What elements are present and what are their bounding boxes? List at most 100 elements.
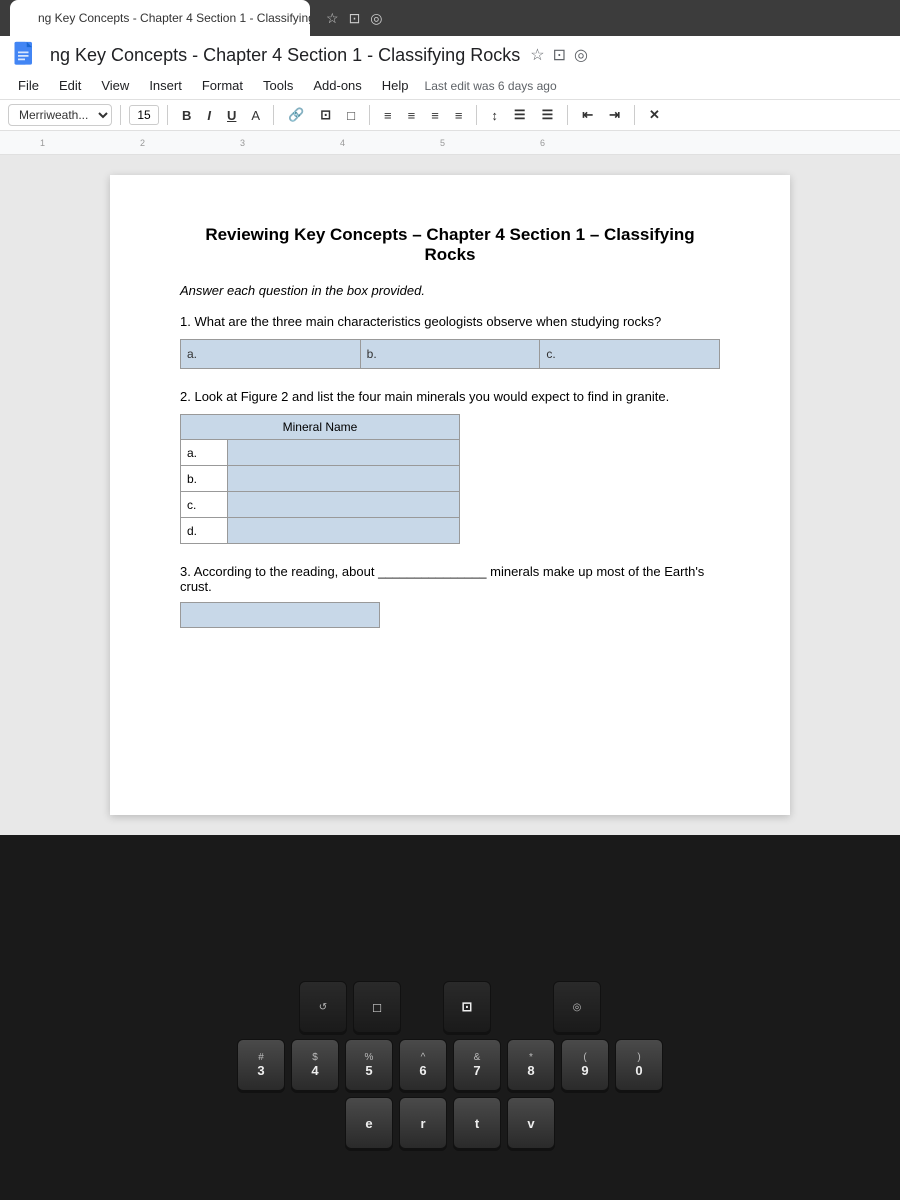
bookmark-icon[interactable]: ⊡ <box>349 10 361 27</box>
italic-button[interactable]: I <box>201 105 217 126</box>
browser-tab[interactable]: ng Key Concepts - Chapter 4 Section 1 - … <box>10 0 310 36</box>
key-0[interactable]: ) 0 <box>615 1039 663 1091</box>
mineral-label-d: d. <box>181 518 228 544</box>
key-4[interactable]: $ 4 <box>291 1039 339 1091</box>
line-spacing-button[interactable]: ↕ <box>485 105 504 126</box>
mineral-answer-b[interactable] <box>227 466 460 492</box>
answer-1c[interactable]: c. <box>540 340 719 368</box>
key-t[interactable]: t <box>453 1097 501 1149</box>
menu-tools[interactable]: Tools <box>255 74 301 97</box>
question-1-number: 1. <box>180 314 191 329</box>
key-9[interactable]: ( 9 <box>561 1039 609 1091</box>
ruler-mark-1: 1 <box>40 138 45 148</box>
keyboard-letter-row: e r t v <box>345 1097 555 1149</box>
question-3-blank: _______________ <box>378 564 490 579</box>
numbered-list-button[interactable]: ☰ <box>536 104 560 126</box>
docs-title-actions: ☆ ⊡ ◎ <box>530 45 588 65</box>
last-edit-text: Last edit was 6 days ago <box>425 79 557 93</box>
question-1-text: 1. What are the three main characteristi… <box>180 314 720 329</box>
align-left-button[interactable]: ≡ <box>378 105 398 126</box>
question-2-number: 2. <box>180 389 191 404</box>
menu-help[interactable]: Help <box>374 74 417 97</box>
question-3-number: 3. <box>180 564 191 579</box>
menu-insert[interactable]: Insert <box>141 74 190 97</box>
mineral-table: Mineral Name a. b. c. <box>180 414 460 544</box>
mineral-answer-a[interactable] <box>227 440 460 466</box>
document-instruction: Answer each question in the box provided… <box>180 283 720 298</box>
menu-file[interactable]: File <box>10 74 47 97</box>
link-button[interactable]: 🔗 <box>282 104 310 126</box>
tab-title: ng Key Concepts - Chapter 4 Section 1 - … <box>38 11 310 25</box>
star-icon[interactable]: ☆ <box>326 10 339 27</box>
mineral-row-a: a. <box>181 440 460 466</box>
docs-title-row: ng Key Concepts - Chapter 4 Section 1 - … <box>10 40 890 72</box>
separator-1 <box>120 105 121 125</box>
question-2-text: 2. Look at Figure 2 and list the four ma… <box>180 389 720 404</box>
list-button[interactable]: ☰ <box>508 104 532 126</box>
keyboard-nav-row: ↺ □ ⊡ ◎ <box>299 981 601 1033</box>
bold-button[interactable]: B <box>176 105 197 126</box>
menu-edit[interactable]: Edit <box>51 74 89 97</box>
key-double-rect[interactable]: ⊡ <box>443 981 491 1033</box>
star-doc-icon[interactable]: ☆ <box>530 45 544 65</box>
mineral-answer-d[interactable] <box>227 518 460 544</box>
underline-button[interactable]: U <box>221 105 242 126</box>
answer-1b[interactable]: b. <box>361 340 541 368</box>
key-r[interactable]: r <box>399 1097 447 1149</box>
key-refresh[interactable]: ↺ <box>299 981 347 1033</box>
font-family-select[interactable]: Merriweath... <box>8 104 112 126</box>
key-square[interactable]: □ <box>353 981 401 1033</box>
indent-decrease-button[interactable]: ⇤ <box>576 104 599 126</box>
align-right-button[interactable]: ≡ <box>425 105 445 126</box>
question-2-body: Look at Figure 2 and list the four main … <box>194 389 669 404</box>
ruler-mark-2: 2 <box>140 138 145 148</box>
ruler-mark-5: 5 <box>440 138 445 148</box>
mineral-answer-c[interactable] <box>227 492 460 518</box>
docs-logo <box>10 40 40 70</box>
separator-5 <box>476 105 477 125</box>
separator-2 <box>167 105 168 125</box>
clear-format-button[interactable]: ✕ <box>643 104 666 126</box>
folder-icon[interactable]: ⊡ <box>553 45 566 65</box>
key-7[interactable]: & 7 <box>453 1039 501 1091</box>
image-button[interactable]: □ <box>341 105 361 126</box>
ruler-mark-3: 3 <box>240 138 245 148</box>
mineral-row-d: d. <box>181 518 460 544</box>
ruler-mark-4: 4 <box>340 138 345 148</box>
key-8[interactable]: * 8 <box>507 1039 555 1091</box>
font-color-button[interactable]: A <box>246 106 265 125</box>
key-brightness[interactable]: ◎ <box>553 981 601 1033</box>
sync-icon[interactable]: ◎ <box>370 10 382 27</box>
mineral-row-b: b. <box>181 466 460 492</box>
key-v-visible[interactable]: v <box>507 1097 555 1149</box>
align-justify-button[interactable]: ≡ <box>449 105 469 126</box>
cloud-icon[interactable]: ◎ <box>574 45 588 65</box>
answer-1a[interactable]: a. <box>181 340 361 368</box>
doc-page: Reviewing Key Concepts – Chapter 4 Secti… <box>110 175 790 815</box>
docs-header: ng Key Concepts - Chapter 4 Section 1 - … <box>0 36 900 100</box>
doc-area: Reviewing Key Concepts – Chapter 4 Secti… <box>0 155 900 835</box>
key-e[interactable]: e <box>345 1097 393 1149</box>
menu-format[interactable]: Format <box>194 74 251 97</box>
question-3-block: 3. According to the reading, about _____… <box>180 564 720 628</box>
separator-3 <box>273 105 274 125</box>
align-center-button[interactable]: ≡ <box>402 105 422 126</box>
indent-increase-button[interactable]: ⇥ <box>603 104 626 126</box>
separator-6 <box>567 105 568 125</box>
formatting-toolbar: Merriweath... B I U A 🔗 ⊡ □ ≡ ≡ ≡ ≡ ↕ ☰ … <box>0 100 900 131</box>
mineral-row-c: c. <box>181 492 460 518</box>
docs-logo-svg <box>11 41 39 69</box>
menu-addons[interactable]: Add-ons <box>305 74 369 97</box>
comment-button[interactable]: ⊡ <box>314 104 337 126</box>
browser-icons: ☆ ⊡ ◎ <box>326 10 383 27</box>
key-3[interactable]: # 3 <box>237 1039 285 1091</box>
key-6[interactable]: ^ 6 <box>399 1039 447 1091</box>
docs-document-title[interactable]: ng Key Concepts - Chapter 4 Section 1 - … <box>50 45 520 66</box>
question-3-answer[interactable] <box>180 602 380 628</box>
key-5[interactable]: % 5 <box>345 1039 393 1091</box>
font-size-input[interactable] <box>129 105 159 125</box>
menu-view[interactable]: View <box>93 74 137 97</box>
question-1-body: What are the three main characteristics … <box>194 314 661 329</box>
ruler: 1 2 3 4 5 6 <box>0 131 900 155</box>
keyboard-area: ↺ □ ⊡ ◎ # 3 $ 4 % 5 ^ 6 & 7 <box>0 835 900 1165</box>
